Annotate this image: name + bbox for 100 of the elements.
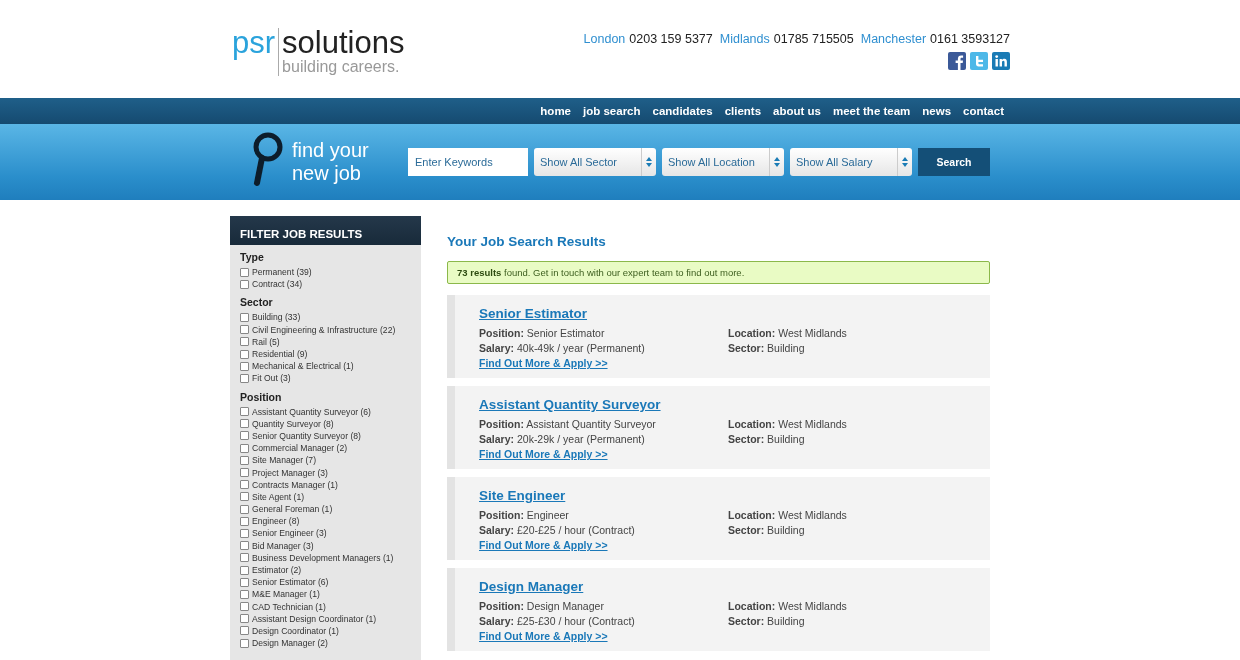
filter-option-label[interactable]: Assistant Quantity Surveyor (6) bbox=[252, 406, 371, 417]
checkbox[interactable] bbox=[240, 349, 249, 359]
keywords-field[interactable]: Enter Keywords bbox=[408, 148, 528, 176]
checkbox[interactable] bbox=[240, 373, 249, 383]
apply-link[interactable]: Find Out More & Apply >> bbox=[479, 629, 608, 643]
apply-link[interactable]: Find Out More & Apply >> bbox=[479, 538, 608, 552]
facebook-icon[interactable] bbox=[948, 52, 966, 70]
checkbox[interactable] bbox=[240, 626, 249, 636]
checkbox[interactable] bbox=[240, 638, 249, 648]
filter-option-label[interactable]: Quantity Surveyor (8) bbox=[252, 418, 334, 429]
checkbox[interactable] bbox=[240, 443, 249, 453]
checkbox[interactable] bbox=[240, 267, 249, 277]
job-position: Position: Engineer bbox=[479, 508, 569, 523]
filter-option-label[interactable]: Engineer (8) bbox=[252, 516, 300, 527]
apply-link[interactable]: Find Out More & Apply >> bbox=[479, 447, 608, 461]
job-salary: Salary: 20k-29k / year (Permanent) bbox=[479, 432, 645, 447]
filter-option-label[interactable]: Commercial Manager (2) bbox=[252, 443, 348, 454]
filter-option-label[interactable]: Civil Engineering & Infrastructure (22) bbox=[252, 324, 396, 335]
checkbox[interactable] bbox=[240, 553, 249, 563]
filter-dropdown[interactable]: Show All Salary bbox=[790, 148, 912, 176]
job-title-link[interactable]: Assistant Quantity Surveyor bbox=[479, 397, 661, 412]
filter-option-label[interactable]: Fit Out (3) bbox=[252, 373, 291, 384]
search-button[interactable]: Search bbox=[918, 148, 990, 176]
logo-divider bbox=[278, 28, 280, 76]
nav-link[interactable]: candidates bbox=[652, 105, 713, 117]
results-summary: 73 results found. Get in touch with our expert team to find out more. bbox=[447, 261, 990, 284]
filter-option-label[interactable]: General Foreman (1) bbox=[252, 504, 333, 515]
find-job-heading: new job bbox=[292, 162, 362, 185]
checkbox[interactable] bbox=[240, 589, 249, 599]
city-label: Manchester bbox=[860, 32, 927, 46]
filter-dropdown[interactable]: Show All Location bbox=[662, 148, 784, 176]
filter-option-label[interactable]: Assistant Design Coordinator (1) bbox=[252, 613, 377, 624]
checkbox[interactable] bbox=[240, 504, 249, 514]
nav-link[interactable]: meet the team bbox=[833, 105, 911, 117]
filter-option-label[interactable]: Building (33) bbox=[252, 312, 301, 323]
filter-option-label[interactable]: Senior Quantity Surveyor (8) bbox=[252, 430, 361, 441]
filter-option-label[interactable]: Contracts Manager (1) bbox=[252, 479, 338, 490]
apply-link[interactable]: Find Out More & Apply >> bbox=[479, 356, 608, 370]
checkbox[interactable] bbox=[240, 602, 249, 612]
results-heading: Your Job Search Results bbox=[447, 234, 607, 249]
checkbox[interactable] bbox=[240, 279, 249, 289]
filter-option-label[interactable]: CAD Technician (1) bbox=[252, 601, 326, 612]
filter-option-label[interactable]: Project Manager (3) bbox=[252, 467, 328, 478]
logo-text: psr bbox=[232, 28, 276, 58]
phone-number: 0203 159 5377 bbox=[629, 32, 713, 46]
nav-link[interactable]: about us bbox=[773, 105, 821, 117]
filter-option-label[interactable]: Design Coordinator (1) bbox=[252, 625, 339, 636]
checkbox[interactable] bbox=[240, 541, 249, 551]
filter-option-label[interactable]: Senior Engineer (3) bbox=[252, 528, 327, 539]
phone-number: 01785 715505 bbox=[773, 32, 854, 46]
checkbox[interactable] bbox=[240, 492, 249, 502]
checkbox[interactable] bbox=[240, 614, 249, 624]
nav-link[interactable]: home bbox=[540, 105, 571, 117]
filter-option-label[interactable]: Estimator (2) bbox=[252, 565, 302, 576]
filter-title: FILTER JOB RESULTS bbox=[230, 216, 421, 245]
filter-option-label[interactable]: Senior Estimator (6) bbox=[252, 577, 329, 588]
checkbox[interactable] bbox=[240, 431, 249, 441]
filter-dropdown[interactable]: Show All Sector bbox=[534, 148, 656, 176]
job-location: Location: West Midlands bbox=[728, 599, 847, 614]
job-title-link[interactable]: Senior Estimator bbox=[479, 306, 588, 321]
city-label: London bbox=[583, 32, 626, 46]
filter-option-label[interactable]: Business Development Managers (1) bbox=[252, 552, 394, 563]
checkbox[interactable] bbox=[240, 407, 249, 417]
filter-group-heading: Position bbox=[239, 389, 283, 405]
nav-link[interactable]: clients bbox=[724, 105, 762, 117]
checkbox[interactable] bbox=[240, 528, 249, 538]
checkbox[interactable] bbox=[240, 312, 249, 322]
filter-option-label[interactable]: Mechanical & Electrical (1) bbox=[252, 361, 354, 372]
checkbox[interactable] bbox=[240, 480, 249, 490]
nav-link[interactable]: news bbox=[922, 105, 952, 117]
checkbox[interactable] bbox=[240, 361, 249, 371]
filter-option-label[interactable]: Site Agent (1) bbox=[252, 491, 305, 502]
filter-option-label[interactable]: Contract (34) bbox=[252, 279, 303, 290]
checkbox[interactable] bbox=[240, 337, 249, 347]
job-sector: Sector: Building bbox=[728, 614, 805, 629]
find-job-heading: find your bbox=[292, 139, 369, 162]
filter-option-label[interactable]: Rail (5) bbox=[252, 336, 280, 347]
filter-option-label[interactable]: Permanent (39) bbox=[252, 267, 312, 278]
filter-option-label[interactable]: Design Manager (2) bbox=[252, 638, 328, 649]
filter-option-label[interactable]: Site Manager (7) bbox=[252, 455, 316, 466]
checkbox[interactable] bbox=[240, 419, 249, 429]
checkbox[interactable] bbox=[240, 325, 249, 335]
checkbox[interactable] bbox=[240, 565, 249, 575]
nav-link[interactable]: job search bbox=[583, 105, 641, 117]
checkbox[interactable] bbox=[240, 516, 249, 526]
linkedin-icon[interactable] bbox=[992, 52, 1010, 70]
filter-option-label[interactable]: Residential (9) bbox=[252, 349, 308, 360]
job-location: Location: West Midlands bbox=[728, 417, 847, 432]
checkbox[interactable] bbox=[240, 468, 249, 478]
checkbox[interactable] bbox=[240, 577, 249, 587]
dropdown-arrows-icon bbox=[774, 157, 780, 167]
filter-option-label[interactable]: M&E Manager (1) bbox=[252, 589, 320, 600]
job-sector: Sector: Building bbox=[728, 432, 805, 447]
job-salary: Salary: 40k-49k / year (Permanent) bbox=[479, 341, 645, 356]
job-title-link[interactable]: Design Manager bbox=[479, 579, 584, 594]
job-sector: Sector: Building bbox=[728, 341, 805, 356]
checkbox[interactable] bbox=[240, 455, 249, 465]
filter-option-label[interactable]: Bid Manager (3) bbox=[252, 540, 314, 551]
job-title-link[interactable]: Site Engineer bbox=[479, 488, 566, 503]
nav-link[interactable]: contact bbox=[963, 105, 1004, 117]
